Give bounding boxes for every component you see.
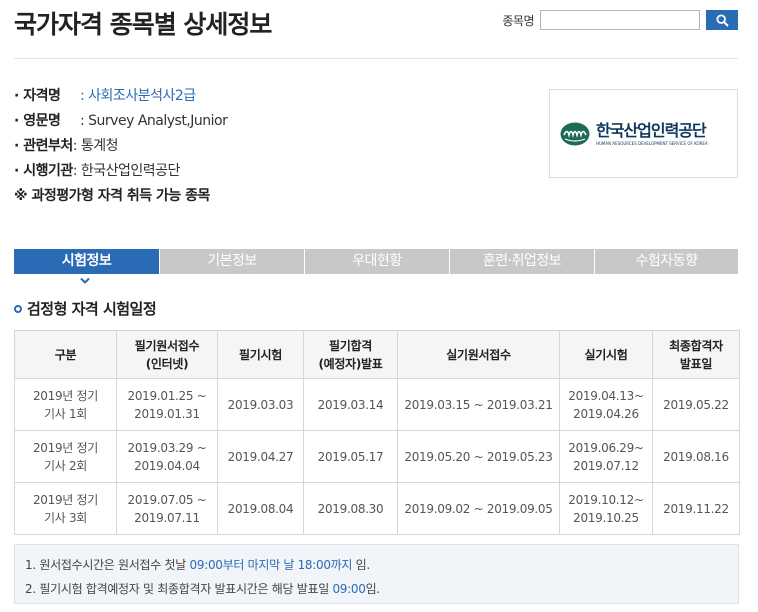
page-title: 국가자격 종목별 상세정보 xyxy=(14,10,272,39)
process-eval-note: ※ 과정평가형 자격 취득 가능 종목 xyxy=(14,188,210,204)
table-cell: 2019.11.22 xyxy=(652,482,740,535)
schedule-notes: 1. 원서접수시간은 원서접수 첫날 09:00부터 마지막 날 18:00까지… xyxy=(14,544,739,604)
tab-examinee-trends[interactable]: 수험자동향 xyxy=(594,249,738,274)
logo-text: 한국산업인력공단 HUMAN RESOURCES DEVELOPMENT SER… xyxy=(596,120,708,146)
table-row: 2019년 정기 기사 2회 2019.03.29 ~2019.04.04 201… xyxy=(14,430,740,483)
info-value: : 한국산업인력공단 xyxy=(72,163,181,179)
info-row-english: · 영문명 : Survey Analyst,Junior xyxy=(14,111,228,136)
agency-logo: 한국산업인력공단 HUMAN RESOURCES DEVELOPMENT SER… xyxy=(549,89,738,178)
info-row-ministry: · 관련부처: 통계청 xyxy=(14,136,227,161)
table-cell: 2019.06.29~ 2019.07.12 xyxy=(559,430,653,483)
hrdk-emblem-icon xyxy=(560,122,590,145)
search-button[interactable] xyxy=(706,10,738,30)
info-label: · 관련부처 xyxy=(14,138,73,154)
header-written-apply: 필기원서접수 (인터넷) xyxy=(116,330,218,379)
table-cell: 2019년 정기 기사 2회 xyxy=(14,430,117,483)
note-item: 1. 원서접수시간은 원서접수 첫날 09:00부터 마지막 날 18:00까지… xyxy=(25,558,370,572)
header-divider xyxy=(14,58,738,59)
table-cell: 2019.09.02 ~ 2019.09.05 xyxy=(397,482,560,535)
table-cell: 2019.10.12~ 2019.10.25 xyxy=(559,482,653,535)
table-cell: 2019.04.27 xyxy=(217,430,304,483)
table-row: 2019년 정기 기사 3회 2019.07.05 ~2019.07.11 201… xyxy=(14,482,740,535)
tab-bar: 시험정보 기본정보 우대현황 훈련·취업정보 수험자동향 xyxy=(14,249,738,274)
header-written-result: 필기합격 (예정자)발표 xyxy=(303,330,398,379)
table-cell: 2019년 정기 기사 3회 xyxy=(14,482,117,535)
search-bar: 종목명 xyxy=(502,10,738,30)
chevron-down-icon xyxy=(80,277,90,284)
info-value: : 통계청 xyxy=(72,138,119,154)
info-row-name: · 자격명 : 사회조사분석사2급 xyxy=(14,86,227,111)
section-title-text: 검정형 자격 시험일정 xyxy=(27,300,157,318)
exam-schedule-table: 구분 필기원서접수 (인터넷) 필기시험 필기합격 (예정자)발표 실기원서접수 실… xyxy=(14,330,740,535)
note-item: 2. 필기시험 합격예정자 및 최종합격자 발표시간은 해당 발표일 09:00… xyxy=(25,582,380,596)
table-cell: 2019.03.15 ~ 2019.03.21 xyxy=(397,378,560,431)
table-cell: 2019.08.16 xyxy=(652,430,740,483)
search-icon xyxy=(715,13,729,27)
table-cell: 2019.05.22 xyxy=(652,378,740,431)
table-row: 2019년 정기 기사 1회 2019.01.25 ~2019.01.31 201… xyxy=(14,378,740,431)
logo-subtitle: HUMAN RESOURCES DEVELOPMENT SERVICE OF K… xyxy=(596,140,708,146)
info-row-agency: · 시행기관: 한국산업인력공단 xyxy=(14,161,227,186)
table-cell: 2019.01.25 ~2019.01.31 xyxy=(116,378,218,431)
table-header-row: 구분 필기원서접수 (인터넷) 필기시험 필기합격 (예정자)발표 실기원서접수 실… xyxy=(14,330,740,379)
table-cell: 2019.07.05 ~2019.07.11 xyxy=(116,482,218,535)
table-cell: 2019.04.13~ 2019.04.26 xyxy=(559,378,653,431)
info-label: · 자격명 xyxy=(14,88,61,104)
table-cell: 2019.05.20 ~ 2019.05.23 xyxy=(397,430,560,483)
tab-training-jobs[interactable]: 훈련·취업정보 xyxy=(449,249,594,274)
table-cell: 2019.03.03 xyxy=(217,378,304,431)
section-title: 검정형 자격 시험일정 xyxy=(14,298,157,319)
header-practical-apply: 실기원서접수 xyxy=(397,330,560,379)
qualification-info: · 자격명 : 사회조사분석사2급 · 영문명 : Survey Analyst,J… xyxy=(14,86,228,211)
table-cell: 2019.03.29 ~2019.04.04 xyxy=(116,430,218,483)
table-cell: 2019.08.30 xyxy=(303,482,398,535)
header-final-result: 최종합격자 발표일 xyxy=(652,330,740,379)
search-input[interactable] xyxy=(540,10,700,30)
logo-name: 한국산업인력공단 xyxy=(596,120,707,140)
tab-preference[interactable]: 우대현황 xyxy=(304,249,449,274)
search-label: 종목명 xyxy=(502,13,534,28)
circle-bullet-icon xyxy=(14,304,22,313)
qualification-name-link[interactable]: : 사회조사분석사2급 xyxy=(80,88,196,104)
header-practical-exam: 실기시험 xyxy=(559,330,653,379)
tab-basic-info[interactable]: 기본정보 xyxy=(159,249,304,274)
table-cell: 2019.08.04 xyxy=(217,482,304,535)
table-cell: 2019.03.14 xyxy=(303,378,398,431)
table-cell: 2019년 정기 기사 1회 xyxy=(14,378,117,431)
info-label: · 시행기관 xyxy=(14,163,73,179)
tab-exam-info[interactable]: 시험정보 xyxy=(14,249,159,274)
info-value: : Survey Analyst,Junior xyxy=(80,113,228,129)
header-category: 구분 xyxy=(14,330,117,379)
header-written-exam: 필기시험 xyxy=(217,330,304,379)
table-cell: 2019.05.17 xyxy=(303,430,398,483)
info-label: · 영문명 xyxy=(14,113,61,129)
